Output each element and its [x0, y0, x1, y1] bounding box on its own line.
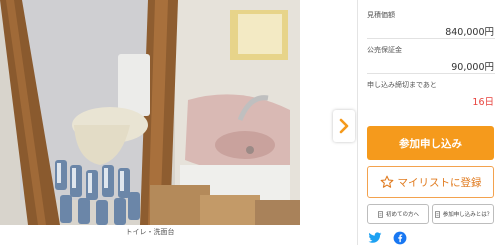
what-is-apply-label: 参加申し込みとは？ [442, 212, 493, 218]
divider [367, 38, 495, 39]
document-icon [378, 210, 383, 218]
mylist-label: マイリストに登録 [397, 176, 482, 189]
apply-button[interactable]: 参加申し込み [367, 126, 494, 160]
add-to-mylist-button[interactable]: マイリストに登録 [367, 166, 494, 198]
first-time-button[interactable]: 初めての方へ [367, 204, 429, 224]
photo-caption: トイレ・洗面台 [125, 228, 175, 236]
next-photo-button[interactable] [333, 110, 355, 142]
property-photo[interactable] [0, 0, 300, 225]
deadline-row: 申し込み締切まであと 16日 [367, 80, 494, 108]
twitter-icon[interactable] [368, 231, 382, 245]
facebook-icon[interactable] [393, 231, 407, 245]
deadline-label: 申し込み締切まであと [367, 81, 437, 89]
estimate-label: 見積価額 [367, 11, 395, 19]
document-icon [434, 210, 440, 218]
photo-gallery: トイレ・洗面台 [0, 0, 355, 245]
chevron-right-icon [339, 118, 349, 134]
star-outline-icon [380, 175, 393, 188]
first-time-label: 初めての方へ [385, 212, 419, 218]
what-is-apply-button[interactable]: 参加申し込みとは？ [432, 204, 494, 224]
deposit-value: 90,000円 [451, 62, 494, 73]
deposit-label: 公売保証金 [367, 46, 402, 54]
estimate-value: 840,000円 [445, 27, 494, 38]
estimate-row: 見積価額 840,000円 [367, 10, 494, 38]
deposit-row: 公売保証金 90,000円 [367, 45, 494, 73]
deadline-value: 16日 [472, 97, 494, 108]
divider [367, 73, 495, 74]
